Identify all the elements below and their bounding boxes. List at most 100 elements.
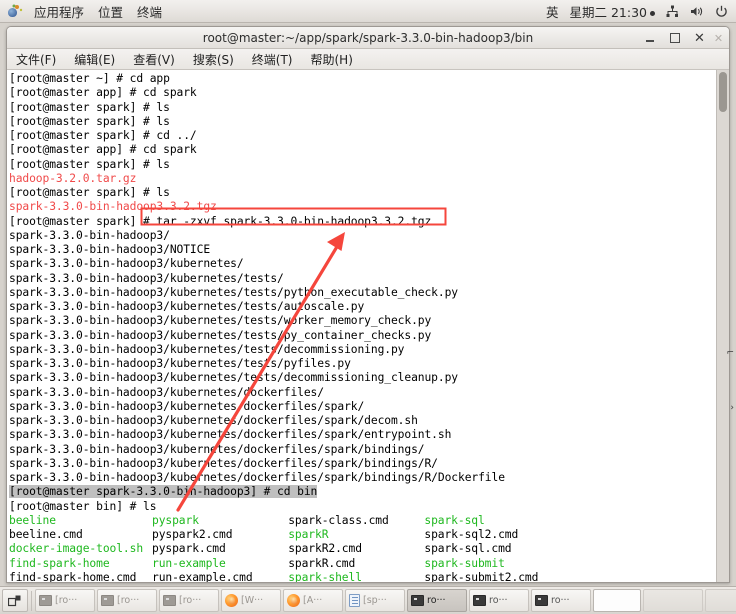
taskbar-item-label: [A··· <box>303 595 323 606</box>
terminal-line: spark-3.3.0-bin-hadoop3/kubernetes/tests… <box>9 371 716 385</box>
terminal-text: spark-3.3.0-bin-hadoop3/kubernetes/docke… <box>9 414 418 427</box>
menu-search[interactable]: 搜索(S) <box>189 50 238 69</box>
terminal-filename: run-example.cmd <box>152 570 253 582</box>
system-tray: 英 星期二 21:30 <box>546 2 736 21</box>
terminal-line: [root@master spark] # tar -zxvf spark-3.… <box>9 215 716 229</box>
terminal-text: [root@master spark] # ls <box>9 157 170 171</box>
workspace-switcher-active[interactable] <box>593 589 641 612</box>
terminal-line: spark-3.3.0-bin-hadoop3/NOTICE <box>9 243 716 257</box>
terminal-text: hadoop-3.2.0.tar.gz <box>9 171 137 185</box>
terminal-line: spark-3.3.0-bin-hadoop3/kubernetes/tests… <box>9 286 716 300</box>
terminal-icon <box>411 595 424 606</box>
menu-places[interactable]: 位置 <box>98 2 123 21</box>
terminal-line: spark-3.3.0-bin-hadoop3/kubernetes/docke… <box>9 457 716 471</box>
terminal-filename: find-spark-home <box>9 556 110 570</box>
volume-icon[interactable] <box>690 5 704 18</box>
terminal-text: spark-3.3.0-bin-hadoop3/NOTICE <box>9 243 211 256</box>
menu-file[interactable]: 文件(F) <box>12 50 60 69</box>
taskbar-item-0[interactable]: [ro··· <box>35 589 95 612</box>
menu-help[interactable]: 帮助(H) <box>307 50 357 69</box>
terminal-line: [root@master spark] # ls <box>9 101 716 115</box>
taskbar-item-6[interactable]: ro··· <box>407 589 467 612</box>
resize-arrow-up-icon: ⌐ <box>726 348 734 358</box>
taskbar-item-1[interactable]: [ro··· <box>97 589 157 612</box>
power-icon[interactable] <box>715 5 728 18</box>
terminal-ls-row: docker-image-tool.sh pyspark.cmd sparkR2.c… <box>9 542 716 556</box>
terminal-line: spark-3.3.0-bin-hadoop3/kubernetes/docke… <box>9 443 716 457</box>
taskbar-item-2[interactable]: [ro··· <box>159 589 219 612</box>
taskbar-item-5[interactable]: [sp··· <box>345 589 405 612</box>
show-desktop-button[interactable] <box>2 589 28 612</box>
terminal-filename: pyspark.cmd <box>152 542 226 556</box>
document-icon <box>349 594 360 607</box>
workspace-2[interactable] <box>643 589 703 612</box>
terminal-line: [root@master spark-3.3.0-bin-hadoop3] # … <box>9 485 716 499</box>
terminal-filename: spark-submit2.cmd <box>424 570 539 582</box>
taskbar-item-label: [ro··· <box>55 595 78 606</box>
workspace-3[interactable] <box>705 589 736 612</box>
clock[interactable]: 星期二 21:30 <box>570 2 655 21</box>
terminal-filename: sparkR <box>288 528 329 541</box>
menu-terminal[interactable]: 终端 <box>137 2 162 21</box>
terminal-line: spark-3.3.0-bin-hadoop3/kubernetes/ <box>9 257 716 271</box>
menu-applications[interactable]: 应用程序 <box>34 2 84 21</box>
terminal-text: spark-3.3.0-bin-hadoop3/kubernetes/docke… <box>9 399 365 413</box>
network-icon[interactable] <box>666 5 679 18</box>
taskbar-item-7[interactable]: ro··· <box>469 589 529 612</box>
terminal-text: [root@master bin] # ls <box>9 499 157 513</box>
terminal-line: [root@master spark] # ls <box>9 115 716 129</box>
resize-arrow-down-icon: › <box>730 403 734 413</box>
terminal-filename: spark-class.cmd <box>288 513 389 527</box>
taskbar-separator <box>31 590 32 611</box>
terminal-text: spark-3.3.0-bin-hadoop3.3.2.tgz <box>9 200 217 214</box>
terminal-scrollbar[interactable] <box>716 70 729 582</box>
terminal-filename: spark-sql <box>424 513 485 527</box>
terminal-icon <box>39 595 52 606</box>
maximize-button[interactable] <box>668 32 681 45</box>
menu-view[interactable]: 查看(V) <box>129 50 179 69</box>
taskbar-item-label: ro··· <box>551 595 570 606</box>
menu-terminal[interactable]: 终端(T) <box>248 50 297 69</box>
terminal-area: [root@master ~] # cd app [root@master app… <box>7 70 729 582</box>
window-titlebar[interactable]: root@master:~/app/spark/spark-3.3.0-bin-… <box>7 27 729 49</box>
terminal-line: spark-3.3.0-bin-hadoop3/kubernetes/tests… <box>9 357 716 371</box>
taskbar: [ro··· [ro··· [ro··· [W··· [A··· [sp··· … <box>0 586 736 614</box>
terminal-icon <box>473 595 486 606</box>
terminal-text: [root@master app] # cd spark <box>9 143 197 157</box>
terminal-line: spark-3.3.0-bin-hadoop3/kubernetes/docke… <box>9 400 716 414</box>
taskbar-item-4[interactable]: [A··· <box>283 589 343 612</box>
scrollbar-thumb[interactable] <box>719 72 727 112</box>
terminal-line: [root@master app] # cd spark <box>9 143 716 157</box>
terminal-line: hadoop-3.2.0.tar.gz <box>9 172 716 186</box>
terminal-line: spark-3.3.0-bin-hadoop3/kubernetes/tests… <box>9 329 716 343</box>
taskbar-item-label: [W··· <box>241 595 264 606</box>
taskbar-item-8[interactable]: ro··· <box>531 589 591 612</box>
terminal-filename: spark-shell <box>288 570 362 582</box>
terminal-text: [root@master app] # cd spark <box>9 86 197 100</box>
terminal-ls-row: find-spark-home.cmd run-example.cmd spark-… <box>9 571 716 582</box>
taskbar-item-label: [ro··· <box>117 595 140 606</box>
terminal-filename: pyspark2.cmd <box>152 528 233 541</box>
terminal-text: spark-3.3.0-bin-hadoop3/kubernetes/tests… <box>9 357 351 370</box>
taskbar-item-label: [sp··· <box>363 595 387 606</box>
input-method-indicator[interactable]: 英 <box>546 2 559 21</box>
minimize-button[interactable] <box>643 32 656 45</box>
terminal-text: [root@master spark] # ls <box>9 186 170 199</box>
menu-edit[interactable]: 编辑(E) <box>70 50 119 69</box>
taskbar-item-3[interactable]: [W··· <box>221 589 281 612</box>
terminal-ls-row: beeline pyspark spark-class.cmd spark-sql <box>9 514 716 528</box>
terminal-output[interactable]: [root@master ~] # cd app [root@master app… <box>7 70 716 582</box>
terminal-line: [root@master app] # cd spark <box>9 86 716 100</box>
terminal-filename: spark-submit <box>424 556 505 570</box>
terminal-line: spark-3.3.0-bin-hadoop3/kubernetes/docke… <box>9 414 716 428</box>
terminal-text: spark-3.3.0-bin-hadoop3/kubernetes/tests… <box>9 285 458 299</box>
terminal-text: spark-3.3.0-bin-hadoop3/kubernetes/docke… <box>9 471 505 484</box>
terminal-text: spark-3.3.0-bin-hadoop3/kubernetes/docke… <box>9 442 425 456</box>
terminal-filename: beeline <box>9 513 56 527</box>
terminal-text: spark-3.3.0-bin-hadoop3/kubernetes/tests… <box>9 300 365 313</box>
close-button[interactable]: ✕ <box>693 32 706 45</box>
terminal-line: spark-3.3.0-bin-hadoop3/kubernetes/tests… <box>9 314 716 328</box>
terminal-text: [root@master spark] # ls <box>9 100 170 114</box>
terminal-line: [root@master spark] # ls <box>9 158 716 172</box>
terminal-text: spark-3.3.0-bin-hadoop3/kubernetes/docke… <box>9 456 438 470</box>
